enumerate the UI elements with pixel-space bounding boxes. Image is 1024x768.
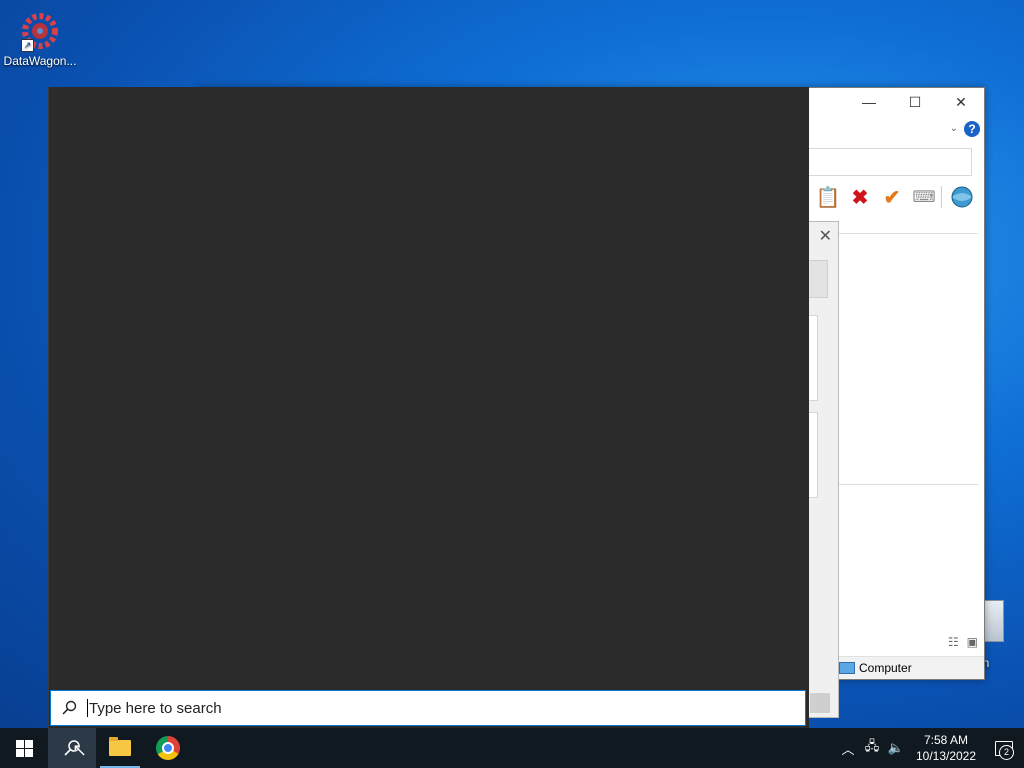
desktop-icon-datawagon[interactable]: ↗ DataWagon... [0,8,80,68]
search-box[interactable] [50,690,806,726]
windows-logo-icon [15,739,33,757]
dialog-button[interactable] [810,693,830,713]
system-tray: ︿ 🖧 🔈 7:58 AM 10/13/2022 2 [836,728,1024,768]
toolbar-divider [941,186,942,208]
delete-x-icon[interactable]: ✖ [847,184,873,210]
chevron-down-icon[interactable]: ⌄ [950,123,958,134]
notification-count-badge: 2 [999,745,1014,760]
globe-shell-icon[interactable] [949,184,975,210]
keyboard-icon[interactable]: ⌨ [911,184,937,210]
text-caret [87,699,88,717]
details-view-icon[interactable]: ☷ [948,635,959,649]
search-icon [51,700,87,716]
datawagon-gear-icon: ↗ [17,8,63,54]
clipboard-icon[interactable]: 📋 [815,184,841,210]
content-divider [839,484,978,485]
file-explorer-button[interactable] [96,728,144,768]
search-input[interactable] [89,699,689,717]
minimize-button[interactable]: — [846,88,892,116]
clock[interactable]: 7:58 AM 10/13/2022 [908,732,984,764]
folder-icon [109,737,131,756]
clock-date: 10/13/2022 [915,749,977,763]
chrome-icon [156,736,180,760]
view-toggle: ☷ ▣ [948,635,978,649]
chrome-button[interactable] [144,728,192,768]
close-button[interactable]: ✕ [938,88,984,116]
desktop: ↗ DataWagon... e Bin — ☐ ✕ ⌄ ? 📋 ✖ ✔ ⌨ [0,0,1024,728]
search-flyout-panel [48,87,809,728]
desktop-icon-label: DataWagon... [3,54,77,68]
network-icon[interactable]: 🖧 [860,737,884,759]
volume-icon[interactable]: 🔈 [884,740,908,756]
status-location-label: Computer [859,661,912,675]
start-button[interactable] [0,728,48,768]
mouse-cursor-icon: ↖ [72,740,88,760]
status-bar: Computer [839,656,984,679]
maximize-button[interactable]: ☐ [892,88,938,116]
dialog-close-icon[interactable]: ✕ [819,226,832,246]
preview-view-icon[interactable]: ▣ [967,635,978,649]
content-divider [819,233,978,234]
chevron-up-icon[interactable]: ︿ [836,739,860,758]
action-center-button[interactable]: 2 [984,728,1024,768]
shortcut-arrow-icon: ↗ [21,39,34,52]
computer-icon [839,662,855,674]
checkmark-icon[interactable]: ✔ [879,184,905,210]
help-icon[interactable]: ? [964,121,980,137]
clock-time: 7:58 AM [923,733,969,747]
taskbar: ︿ 🖧 🔈 7:58 AM 10/13/2022 2 [0,728,1024,768]
status-location: Computer [839,661,912,675]
